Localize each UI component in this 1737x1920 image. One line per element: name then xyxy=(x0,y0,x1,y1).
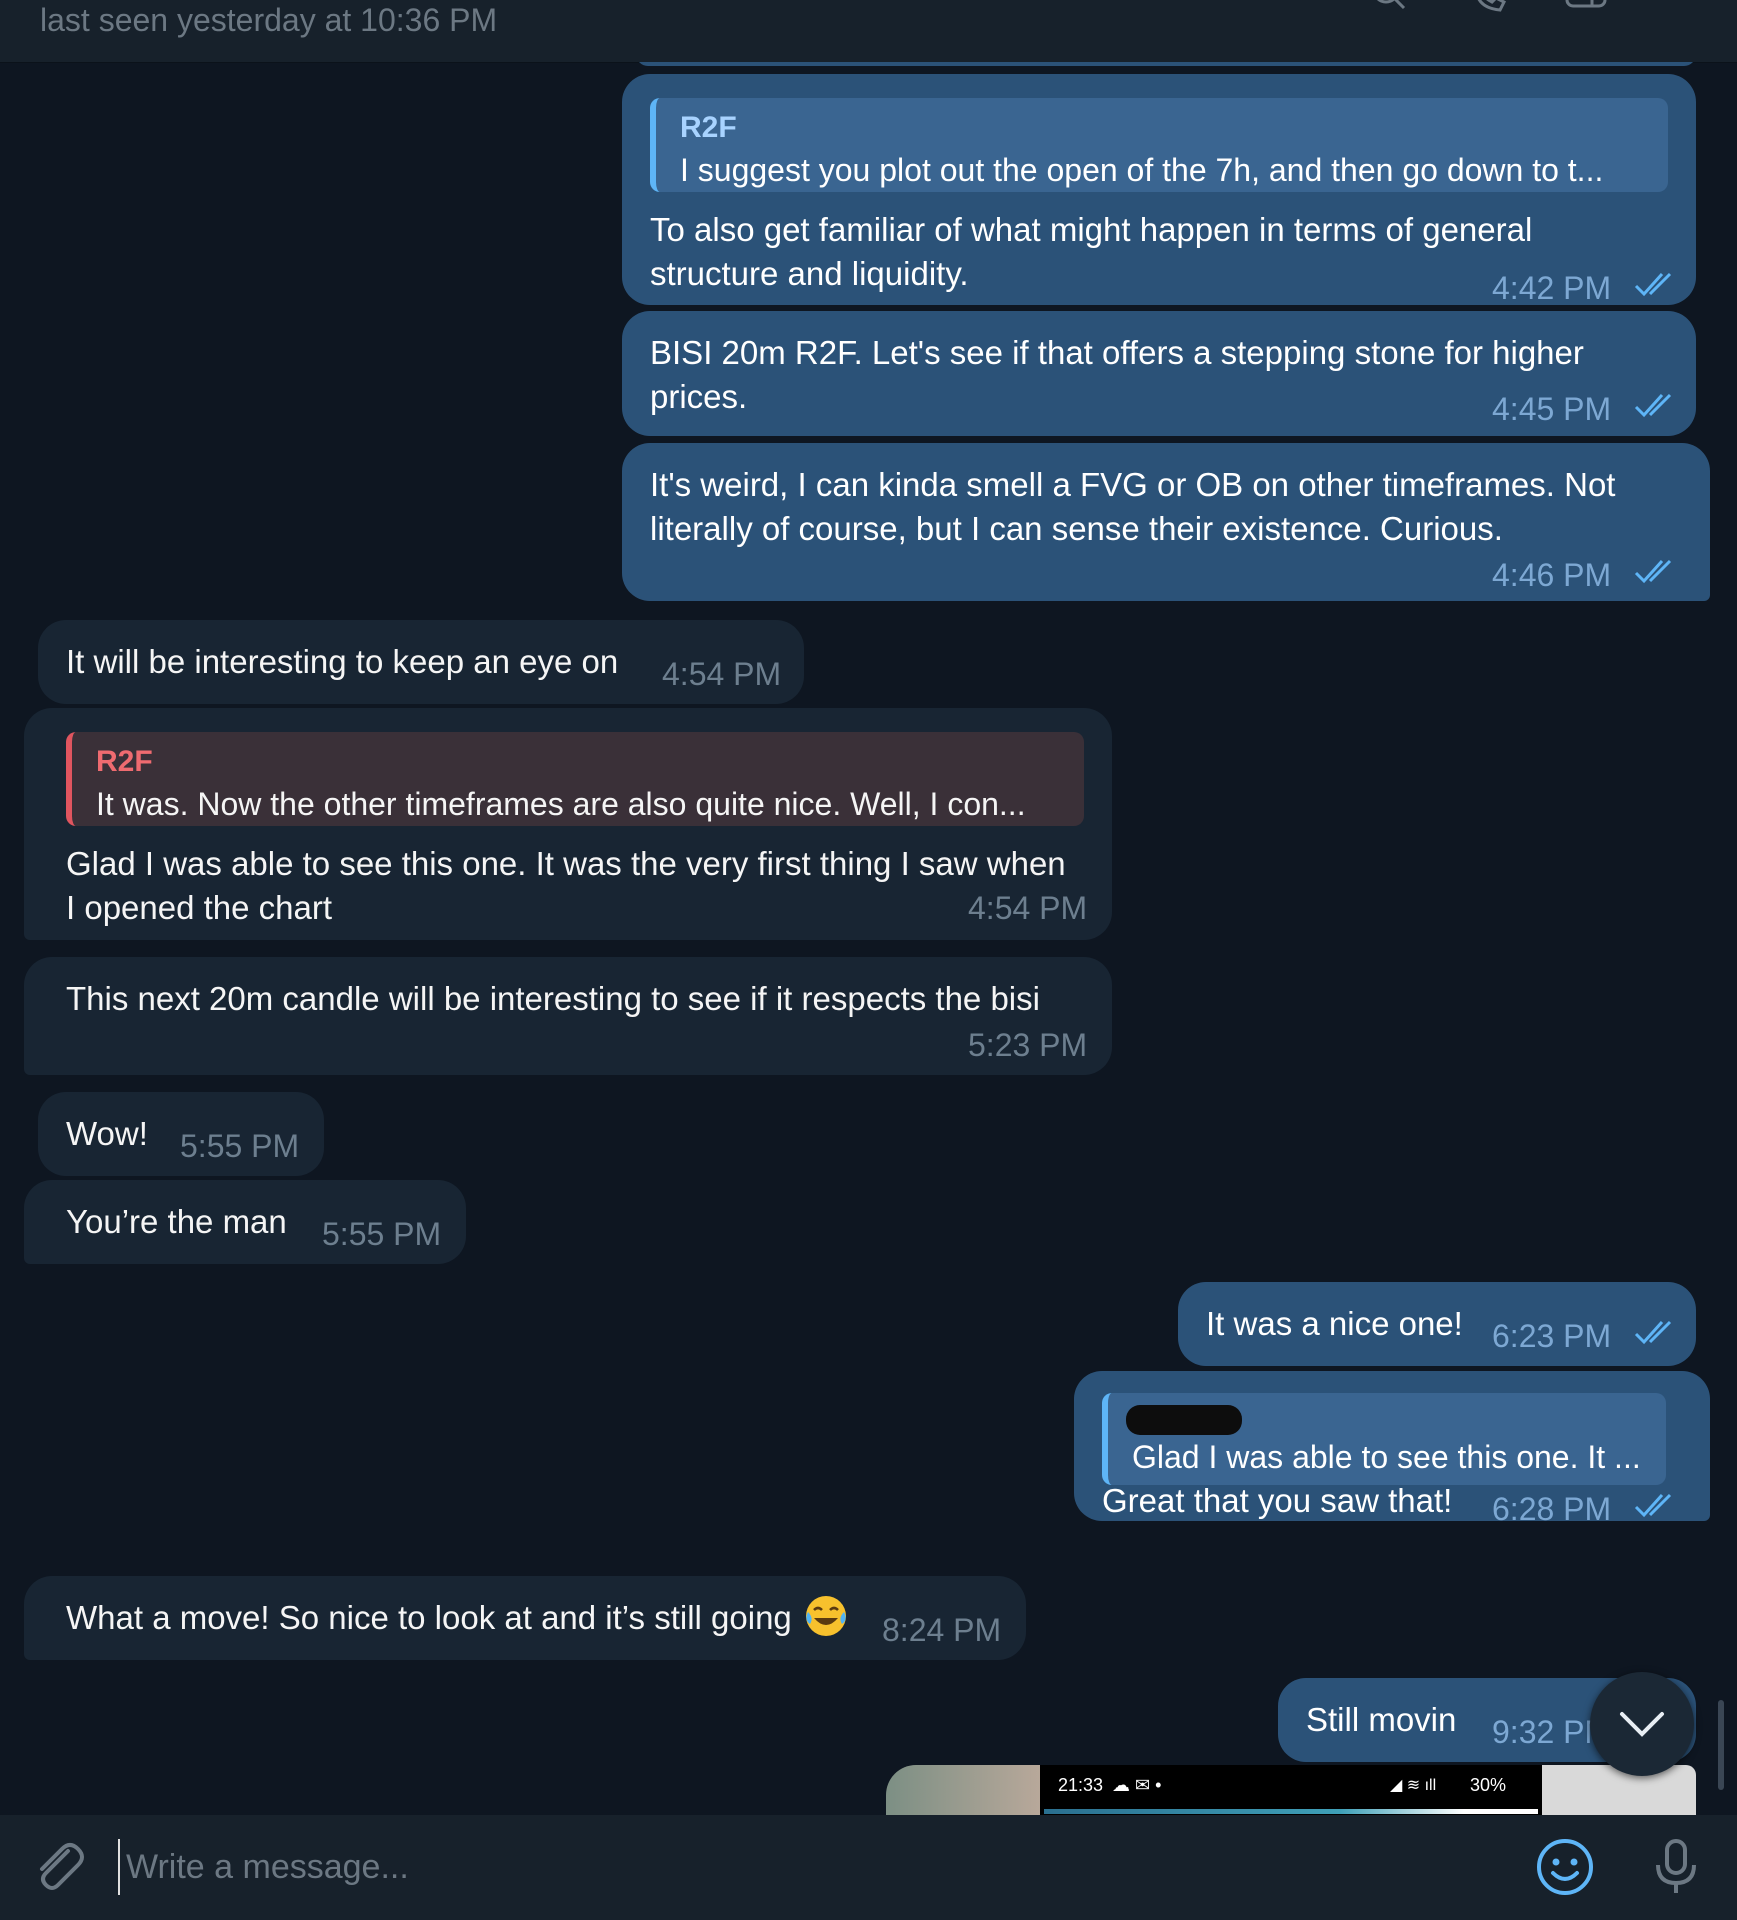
microphone-icon[interactable] xyxy=(1646,1837,1706,1897)
message-incoming[interactable]: Wow! 5:55 PM xyxy=(38,1092,324,1176)
search-icon[interactable] xyxy=(1368,0,1412,16)
message-text: To also get familiar of what might happe… xyxy=(650,211,1533,292)
screenshot-status-icons: ☁ ✉ • xyxy=(1112,1775,1162,1795)
message-outgoing[interactable]: BISI 20m R2F. Let's see if that offers a… xyxy=(622,311,1696,436)
message-text: Great that you saw that! xyxy=(1102,1482,1453,1519)
double-check-icon xyxy=(1634,559,1672,584)
message-incoming[interactable]: This next 20m candle will be interesting… xyxy=(24,957,1112,1075)
phone-icon[interactable] xyxy=(1470,0,1514,16)
message-time: 6:23 PM xyxy=(1492,1318,1612,1354)
sidebar-icon[interactable] xyxy=(1564,0,1608,16)
reply-quote[interactable]: R2F I suggest you plot out the open of t… xyxy=(650,98,1668,192)
message-outgoing[interactable]: R2F I suggest you plot out the open of t… xyxy=(622,74,1696,306)
screenshot-battery: 30% xyxy=(1470,1775,1507,1795)
double-check-icon xyxy=(1634,272,1672,297)
message-text: Wow! xyxy=(66,1115,148,1152)
message-time: 4:54 PM xyxy=(968,890,1088,926)
attach-icon[interactable] xyxy=(28,1837,88,1897)
message-incoming[interactable]: R2F It was. Now the other timeframes are… xyxy=(24,708,1112,940)
reply-quote[interactable]: Glad I was able to see this one. It ... xyxy=(1102,1393,1666,1485)
message-text: You’re the man xyxy=(66,1203,287,1240)
message-text: It will be interesting to keep an eye on xyxy=(66,643,619,680)
message-composer xyxy=(0,1815,1737,1920)
previous-message-edge xyxy=(636,62,1696,66)
chevron-down-icon xyxy=(1620,1712,1664,1737)
message-incoming[interactable]: It will be interesting to keep an eye on… xyxy=(38,620,804,704)
message-text: It's weird, I can kinda smell a FVG or O… xyxy=(650,466,1616,547)
reply-author: R2F xyxy=(680,111,737,144)
message-text: Glad I was able to see this one. It was … xyxy=(66,845,1066,926)
double-check-icon xyxy=(1634,1320,1672,1345)
reply-text: It was. Now the other timeframes are als… xyxy=(96,786,1026,822)
message-text: BISI 20m R2F. Let's see if that offers a… xyxy=(650,334,1584,415)
screenshot-signal-icons: ◢ ≋ ıll xyxy=(1390,1777,1437,1794)
reply-text: Glad I was able to see this one. It ... xyxy=(1132,1439,1641,1475)
message-time: 4:45 PM xyxy=(1492,391,1612,427)
double-check-icon xyxy=(1634,393,1672,418)
message-time: 4:54 PM xyxy=(662,656,782,692)
double-check-icon xyxy=(1634,1493,1672,1518)
redacted-name xyxy=(1126,1405,1242,1435)
scrollbar-thumb[interactable] xyxy=(1718,1700,1724,1790)
more-icon[interactable] xyxy=(1654,0,1694,16)
message-text: Still movin xyxy=(1306,1701,1457,1738)
message-outgoing[interactable]: It was a nice one! 6:23 PM xyxy=(1178,1282,1696,1366)
message-input[interactable] xyxy=(118,1839,1498,1895)
last-seen-status: last seen yesterday at 10:36 PM xyxy=(40,2,498,38)
screenshot-status-time: 21:33 xyxy=(1058,1775,1104,1795)
message-time: 8:24 PM xyxy=(882,1612,1002,1648)
message-outgoing[interactable]: Glad I was able to see this one. It ... … xyxy=(1074,1371,1710,1527)
face-with-tears-of-joy-emoji xyxy=(806,1596,846,1636)
message-incoming[interactable]: You’re the man 5:55 PM xyxy=(24,1180,466,1264)
message-text: This next 20m candle will be interesting… xyxy=(66,980,1040,1017)
emoji-icon[interactable] xyxy=(1535,1837,1595,1897)
screenshot-toolbar-line xyxy=(1044,1809,1538,1814)
message-time: 4:46 PM xyxy=(1492,557,1612,593)
message-time: 5:55 PM xyxy=(322,1216,442,1252)
scroll-down-button[interactable] xyxy=(1590,1672,1694,1776)
chat-header: last seen yesterday at 10:36 PM xyxy=(0,0,1737,63)
message-outgoing[interactable]: It's weird, I can kinda smell a FVG or O… xyxy=(622,443,1710,601)
message-text: What a move! So nice to look at and it’s… xyxy=(66,1599,792,1636)
reply-author: R2F xyxy=(96,745,153,778)
message-time: 6:28 PM xyxy=(1492,1491,1612,1527)
message-time: 4:42 PM xyxy=(1492,270,1612,306)
message-list[interactable]: R2F I suggest you plot out the open of t… xyxy=(0,62,1737,1815)
message-text: It was a nice one! xyxy=(1206,1305,1463,1342)
reply-quote[interactable]: R2F It was. Now the other timeframes are… xyxy=(66,732,1084,826)
message-incoming[interactable]: What a move! So nice to look at and it’s… xyxy=(24,1576,1026,1660)
message-time: 5:55 PM xyxy=(180,1128,300,1164)
reply-text: I suggest you plot out the open of the 7… xyxy=(680,152,1604,188)
message-time: 5:23 PM xyxy=(968,1027,1088,1063)
